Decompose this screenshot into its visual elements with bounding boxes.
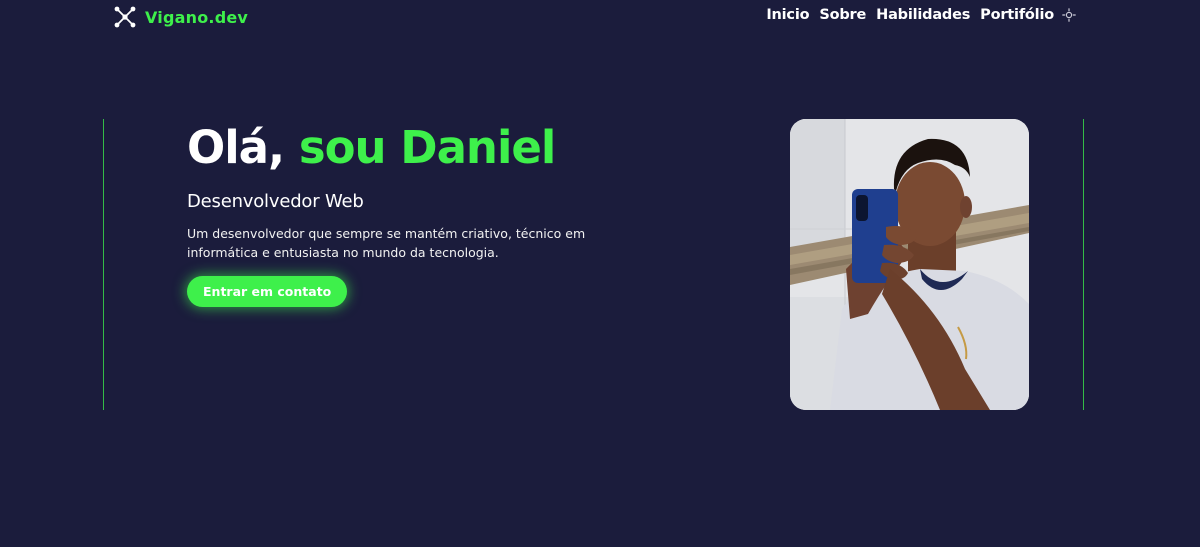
nav-link-sobre[interactable]: Sobre [819,7,866,23]
hero-section: Olá, sou Daniel Desenvolvedor Web Um des… [187,118,607,307]
nav-link-inicio[interactable]: Inicio [766,7,809,23]
hero-title-hello: Olá, [187,121,285,174]
logo-link[interactable]: Vigano.dev [113,5,248,29]
site-header: Vigano.dev Inicio Sobre Habilidades Port… [0,0,1200,34]
page: Vigano.dev Inicio Sobre Habilidades Port… [0,0,1200,547]
hero-right-divider [1083,119,1084,410]
contact-button[interactable]: Entrar em contato [187,276,348,307]
hero-title-name: sou Daniel [298,121,557,174]
nav-link-habilidades[interactable]: Habilidades [876,7,970,23]
hero-left-divider [103,119,104,410]
profile-photo [790,119,1029,410]
nav-link-portifolio[interactable]: Portifólio [980,7,1054,23]
hero-title: Olá, sou Daniel [187,118,607,178]
sun-icon[interactable] [1062,8,1076,22]
logo-text: Vigano.dev [145,7,249,27]
main-nav: Inicio Sobre Habilidades Portifólio [766,7,1076,23]
network-nodes-icon [114,6,136,28]
hero-subtitle: Desenvolvedor Web [187,191,364,212]
hero-description: Um desenvolvedor que sempre se mantém cr… [187,226,586,260]
profile-photo-illustration [790,119,1029,410]
